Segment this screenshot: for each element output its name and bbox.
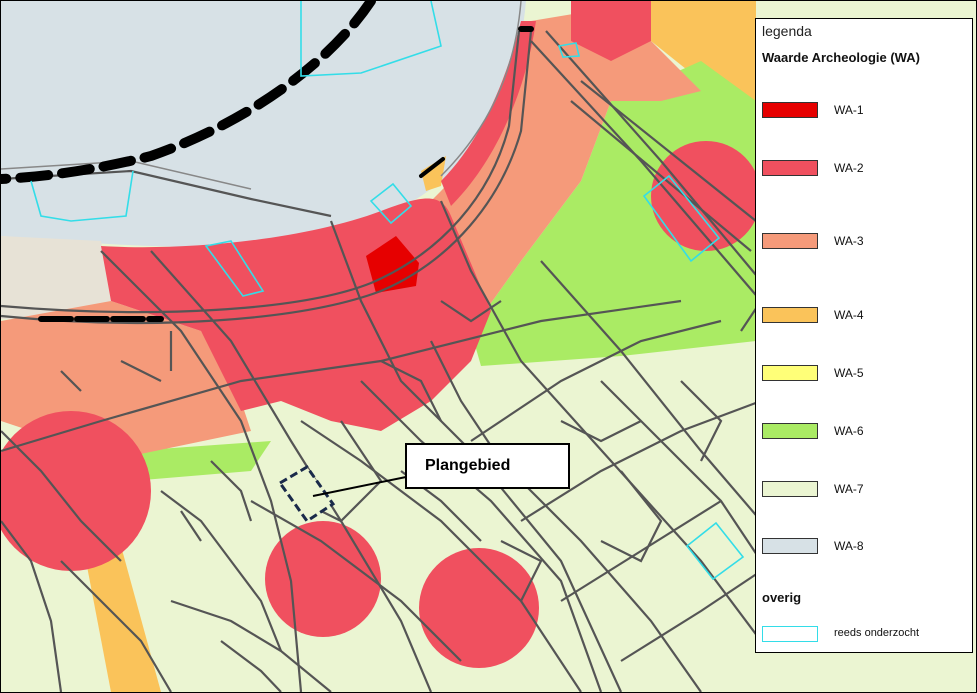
legend-item-wa3: WA-3 [762,233,962,253]
legend-item-wa1: WA-1 [762,102,962,122]
zone-wa2-south-circle [265,521,381,637]
legend-label-wa7: WA-7 [834,482,864,496]
legend-label-wa6: WA-6 [834,424,864,438]
zone-wa2-southeast-circle [419,548,539,668]
legend-label-reeds-onderzocht: reeds onderzocht [834,627,919,639]
legend-label-wa2: WA-2 [834,161,864,175]
legend-label-wa5: WA-5 [834,366,864,380]
legend-label-wa8: WA-8 [834,539,864,553]
legend-swatch-wa7 [762,481,818,497]
plangebied-callout: Plangebied [405,443,570,489]
legend-swatch-reeds-onderzocht [762,626,818,642]
legend-item-wa2: WA-2 [762,160,962,180]
plangebied-label: Plangebied [425,457,511,474]
legend-title: legenda [762,23,812,39]
legend-swatch-wa1 [762,102,818,118]
legend-label-wa1: WA-1 [834,103,864,117]
legend-item-wa6: WA-6 [762,423,962,443]
legend-item-wa7: WA-7 [762,481,962,501]
legend-item-wa4: WA-4 [762,307,962,327]
legend-swatch-wa8 [762,538,818,554]
legend-item-wa8: WA-8 [762,538,962,558]
map-legend: legenda Waarde Archeologie (WA) WA-1 WA-… [755,18,973,653]
legend-swatch-wa3 [762,233,818,249]
legend-label-wa3: WA-3 [834,234,864,248]
legend-heading: Waarde Archeologie (WA) [762,50,920,65]
legend-item-reeds-onderzocht: reeds onderzocht [762,626,962,646]
legend-swatch-wa5 [762,365,818,381]
legend-swatch-wa6 [762,423,818,439]
legend-label-wa4: WA-4 [834,308,864,322]
map-frame: Plangebied legenda Waarde Archeologie (W… [0,0,977,693]
legend-item-wa5: WA-5 [762,365,962,385]
zone-wa2-east-circle [651,141,761,251]
legend-swatch-wa2 [762,160,818,176]
legend-swatch-wa4 [762,307,818,323]
legend-other-heading: overig [762,590,802,605]
